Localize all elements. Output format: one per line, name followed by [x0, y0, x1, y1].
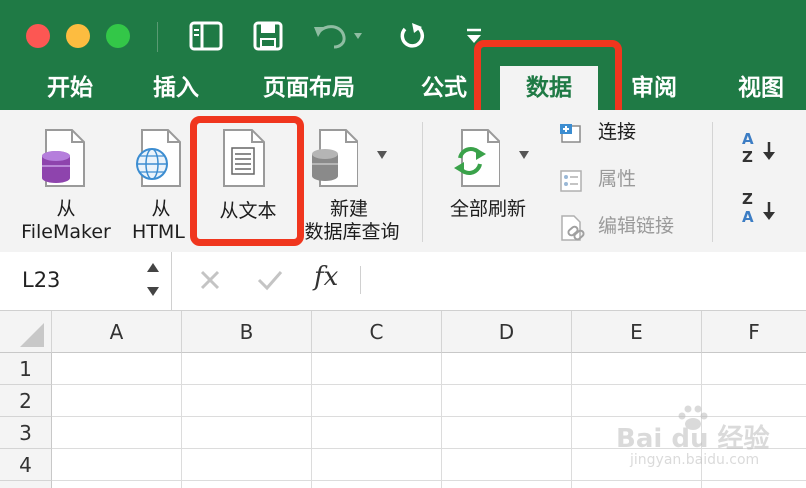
row-header-3[interactable]: 3: [0, 417, 52, 449]
title-bar: [0, 0, 806, 66]
properties-button[interactable]: 属性: [556, 167, 706, 195]
name-box-stepper-icon[interactable]: [144, 260, 162, 300]
filemaker-database-icon: [42, 129, 85, 187]
web-globe-icon: [136, 129, 181, 187]
tab-view[interactable]: 视图: [716, 66, 806, 110]
from-filemaker-line1: 从: [56, 198, 76, 220]
tab-page-layout[interactable]: 页面布局: [244, 66, 374, 110]
select-all-corner[interactable]: [0, 311, 52, 353]
sort-za-top: Z: [742, 190, 753, 208]
from-html-button[interactable]: 从 HTML: [124, 122, 198, 248]
refresh-all-button[interactable]: 全部刷新: [432, 122, 544, 232]
formula-divider: [360, 266, 361, 294]
select-all-triangle-icon: [20, 323, 44, 347]
name-box[interactable]: L23: [0, 252, 172, 310]
from-filemaker-line2: FileMaker: [21, 221, 111, 243]
formula-input[interactable]: [372, 262, 792, 298]
sort-down-arrow-icon: [763, 202, 775, 220]
confirm-entry-icon[interactable]: [256, 268, 284, 292]
refresh-icon: [454, 129, 500, 187]
refresh-all-label: 全部刷新: [449, 198, 526, 220]
connections-label: 连接: [598, 121, 637, 143]
new-query-line2: 数据库查询: [304, 221, 400, 243]
minimize-window-button[interactable]: [66, 24, 90, 48]
close-window-button[interactable]: [26, 24, 50, 48]
redo-icon[interactable]: [394, 18, 430, 54]
cancel-entry-icon[interactable]: [198, 268, 222, 292]
watermark: Bai du 经验 jingyan.baidu.com: [616, 404, 796, 484]
column-header-e[interactable]: E: [572, 311, 702, 353]
refresh-dropdown-icon[interactable]: [518, 150, 530, 160]
save-icon[interactable]: [250, 18, 286, 54]
row-header-4[interactable]: 4: [0, 449, 52, 481]
column-header-c[interactable]: C: [312, 311, 442, 353]
edit-links-icon: [561, 215, 585, 241]
properties-icon: [560, 170, 582, 192]
watermark-url: jingyan.baidu.com: [630, 452, 760, 468]
highlight-from-text: [190, 116, 304, 246]
column-header-b[interactable]: B: [182, 311, 312, 353]
watermark-brand: Bai du 经验: [616, 424, 770, 454]
from-filemaker-button[interactable]: 从 FileMaker: [0, 122, 132, 248]
sort-az-top: A: [742, 130, 754, 148]
undo-icon[interactable]: [310, 18, 366, 54]
zoom-window-button[interactable]: [106, 24, 130, 48]
column-header-a[interactable]: A: [52, 311, 182, 353]
ribbon-group-divider-2: [712, 122, 713, 242]
sort-za-bottom: A: [742, 208, 754, 226]
properties-label: 属性: [598, 168, 637, 190]
from-html-line1: 从: [151, 198, 171, 220]
ribbon-group-divider: [422, 122, 423, 242]
edit-links-label: 编辑链接: [598, 215, 675, 237]
sort-down-arrow-icon: [763, 142, 775, 160]
sort-ascending-button[interactable]: A Z: [736, 130, 784, 174]
row-header-2[interactable]: 2: [0, 385, 52, 417]
connections-icon: [560, 124, 581, 143]
sidebar-toggle-icon[interactable]: [186, 18, 226, 54]
new-database-query-button[interactable]: 新建 数据库查询: [300, 122, 404, 248]
new-query-line1: 新建: [329, 198, 368, 220]
tab-insert[interactable]: 插入: [128, 66, 224, 110]
column-header-d[interactable]: D: [442, 311, 572, 353]
row-header-1[interactable]: 1: [0, 353, 52, 385]
tab-home[interactable]: 开始: [22, 66, 118, 110]
name-box-value: L23: [22, 268, 61, 292]
edit-links-button[interactable]: 编辑链接: [556, 212, 706, 242]
row-header-5[interactable]: [0, 481, 52, 488]
from-html-line2: HTML: [132, 221, 185, 243]
insert-function-button[interactable]: fx: [314, 262, 338, 292]
column-header-f[interactable]: F: [702, 311, 806, 353]
query-dropdown-icon[interactable]: [376, 150, 388, 160]
connections-button[interactable]: 连接: [556, 120, 706, 148]
database-query-icon: [312, 129, 358, 187]
toolbar-divider: [157, 22, 158, 52]
sort-az-bottom: Z: [742, 148, 753, 166]
sort-descending-button[interactable]: Z A: [736, 190, 784, 234]
